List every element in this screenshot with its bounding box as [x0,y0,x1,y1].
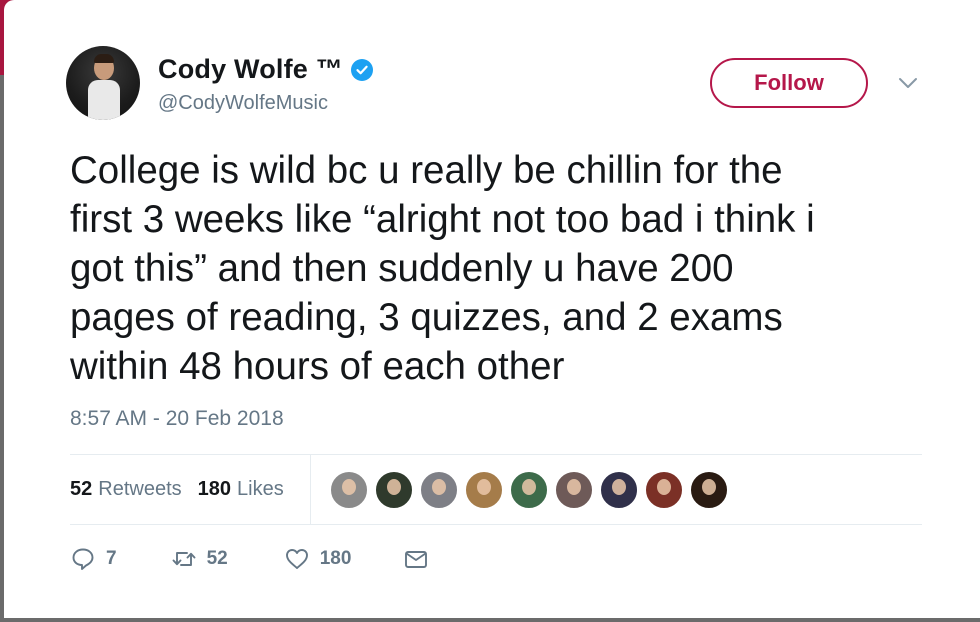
verified-badge-icon [350,58,373,81]
liker-avatar[interactable] [555,471,593,509]
direct-message-button[interactable] [403,546,429,572]
author-handle[interactable]: @CodyWolfeMusic [158,92,328,115]
divider [70,454,922,455]
retweet-icon [172,552,196,566]
liker-avatar[interactable] [330,471,368,509]
divider [70,524,922,525]
liker-avatar[interactable] [645,471,683,509]
like-button[interactable]: 180 [284,546,352,572]
liker-avatar[interactable] [375,471,413,509]
likes-count[interactable]: 180 [198,478,231,501]
tweet-timestamp[interactable]: 8:57 AM - 20 Feb 2018 [70,407,284,431]
likes-label[interactable]: Likes [237,478,284,501]
reply-icon [72,548,94,570]
follow-button[interactable]: Follow [710,58,868,108]
retweet-action-count: 52 [206,548,228,569]
reply-button[interactable]: 7 [70,546,117,572]
avatar-hair [94,54,114,63]
avatar-shirt [88,80,120,120]
stats-divider [310,455,311,524]
retweets-count[interactable]: 52 [70,478,92,501]
chevron-down-icon[interactable] [897,74,919,92]
liker-avatar[interactable] [420,471,458,509]
author-display-name[interactable]: Cody Wolfe ™ [158,54,343,85]
tweet-actions: 7 52 180 [70,546,429,572]
reply-count: 7 [106,548,117,569]
tweet-text: College is wild bc u really be chillin f… [70,149,815,388]
author-name-row: Cody Wolfe ™ [158,54,373,85]
tweet-card: Cody Wolfe ™ @CodyWolfeMusic Follow Coll… [4,0,980,618]
tweet-stats: 52 Retweets 180 Likes [70,478,300,501]
retweet-button[interactable]: 52 [171,546,228,572]
liker-avatar[interactable] [690,471,728,509]
likers-facepile [330,471,735,509]
heart-icon [285,549,308,569]
avatar[interactable] [66,46,140,120]
envelope-icon [405,551,428,568]
retweets-label[interactable]: Retweets [98,478,181,501]
liker-avatar[interactable] [465,471,503,509]
liker-avatar[interactable] [510,471,548,509]
liker-avatar[interactable] [600,471,638,509]
like-action-count: 180 [319,548,352,569]
